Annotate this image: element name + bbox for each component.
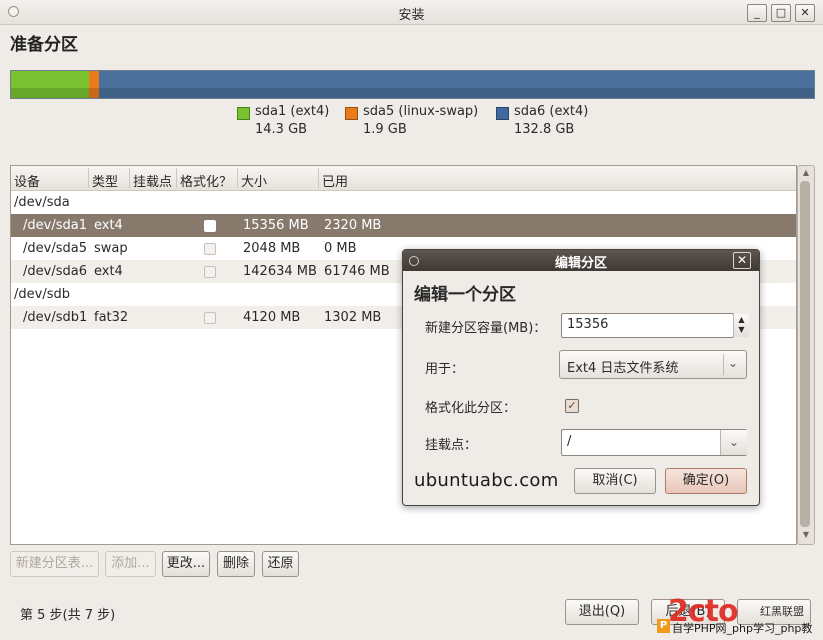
mount-point-combo[interactable]: / ⌄	[561, 429, 747, 456]
cell-size: 15356 MB	[243, 218, 309, 233]
format-checkbox[interactable]	[204, 312, 216, 324]
column-header-device[interactable]: 设备	[14, 171, 40, 190]
column-header-format[interactable]: 格式化？	[180, 171, 232, 190]
legend-item-sda1: sda1 (ext4) 14.3 GB	[237, 104, 337, 138]
cell-device: /dev/sda5	[23, 241, 87, 256]
cell-type: fat32	[94, 310, 129, 325]
scroll-down-icon[interactable]: ▼	[798, 530, 814, 539]
window-titlebar[interactable]: 安装 _ □ ✕	[0, 0, 823, 25]
cell-type: ext4	[94, 218, 123, 233]
disk-segment-sda1	[11, 71, 89, 98]
ok-button[interactable]: 确定(O)	[665, 468, 747, 494]
dialog-close-icon[interactable]: ✕	[733, 252, 751, 269]
legend-item-sda5: sda5 (linux-swap) 1.9 GB	[345, 104, 485, 138]
chevron-down-icon[interactable]: ⌄	[729, 435, 739, 449]
dialog-titlebar[interactable]: 编辑分区 ✕	[403, 250, 759, 271]
cell-device: /dev/sda6	[23, 264, 87, 279]
cell-device: /dev/sdb	[14, 287, 70, 302]
scroll-up-icon[interactable]: ▲	[798, 168, 814, 177]
column-divider[interactable]	[129, 168, 130, 188]
edit-partition-dialog[interactable]: 编辑分区 ✕ 编辑一个分区 新建分区容量(MB)： 15356 ▲ ▼ 用于： …	[402, 249, 760, 506]
column-divider[interactable]	[88, 168, 89, 188]
cell-size: 142634 MB	[243, 264, 317, 279]
column-header-type[interactable]: 类型	[92, 171, 118, 190]
format-checkbox[interactable]	[204, 243, 216, 255]
filesystem-value: Ext4 日志文件系统	[567, 361, 679, 376]
table-row-sda1[interactable]: /dev/sda1 ext4 15356 MB 2320 MB	[11, 214, 796, 237]
minimize-button[interactable]: _	[747, 4, 767, 22]
format-label: 格式化此分区：	[425, 401, 517, 416]
legend-label: sda5 (linux-swap)	[363, 104, 479, 119]
spin-down-icon[interactable]: ▼	[734, 325, 749, 334]
quit-button[interactable]: 退出(Q)	[565, 599, 639, 625]
format-partition-checkbox[interactable]: ✓	[565, 399, 579, 413]
legend-label: sda1 (ext4)	[255, 104, 330, 119]
legend-size: 14.3 GB	[255, 122, 308, 137]
cell-used: 2320 MB	[324, 218, 382, 233]
legend-item-sda6: sda6 (ext4) 132.8 GB	[496, 104, 596, 138]
maximize-button[interactable]: □	[771, 4, 791, 22]
cell-device: /dev/sda	[14, 195, 70, 210]
column-header-size[interactable]: 大小	[241, 171, 267, 190]
column-divider[interactable]	[318, 168, 319, 188]
legend-swatch	[496, 107, 509, 120]
dialog-title: 编辑分区	[554, 256, 607, 271]
cancel-button[interactable]: 取消(C)	[574, 468, 656, 494]
watermark-text: 自学PHP网_php学习_php教	[672, 622, 813, 635]
partition-size-spinbox[interactable]: 15356 ▲ ▼	[561, 313, 749, 338]
window-title: 安装	[398, 8, 425, 23]
table-row-disk-sda[interactable]: /dev/sda	[11, 191, 796, 214]
cell-size: 4120 MB	[243, 310, 301, 325]
page-title: 准备分区	[10, 35, 78, 55]
cell-size: 2048 MB	[243, 241, 301, 256]
table-scrollbar[interactable]: ▲ ▼	[797, 165, 815, 545]
spin-up-icon[interactable]: ▲	[734, 315, 749, 324]
mount-point-dropdown-button[interactable]: ⌄	[720, 430, 747, 455]
column-divider[interactable]	[237, 168, 238, 188]
use-as-label: 用于：	[425, 362, 465, 377]
website-text: ubuntuabc.com	[414, 470, 559, 491]
legend-size: 132.8 GB	[514, 122, 575, 137]
legend-swatch	[345, 107, 358, 120]
disk-usage-bar	[10, 70, 815, 99]
add-partition-button[interactable]: 添加...	[105, 551, 156, 577]
step-indicator: 第 5 步(共 7 步)	[20, 608, 116, 623]
cell-used: 61746 MB	[324, 264, 390, 279]
partition-size-value: 15356	[567, 317, 609, 332]
cell-device: /dev/sda1	[23, 218, 87, 233]
legend-label: sda6 (ext4)	[514, 104, 589, 119]
watermark-tag: 红黑联盟	[760, 605, 804, 618]
revert-button[interactable]: 还原	[262, 551, 299, 577]
format-checkbox[interactable]	[204, 266, 216, 278]
filesystem-combobox[interactable]: Ext4 日志文件系统 ⌄	[559, 350, 747, 379]
dialog-heading: 编辑一个分区	[414, 285, 516, 305]
cell-used: 1302 MB	[324, 310, 382, 325]
disk-segment-sda5	[89, 71, 99, 98]
new-partition-table-button[interactable]: 新建分区表...	[10, 551, 99, 577]
legend-swatch	[237, 107, 250, 120]
legend-size: 1.9 GB	[363, 122, 407, 137]
column-divider[interactable]	[176, 168, 177, 188]
cell-type: swap	[94, 241, 128, 256]
cell-device: /dev/sdb1	[23, 310, 88, 325]
cell-type: ext4	[94, 264, 123, 279]
change-partition-button[interactable]: 更改...	[162, 551, 210, 577]
disk-segment-sda6	[99, 71, 814, 98]
scrollbar-thumb[interactable]	[800, 181, 810, 527]
cell-used: 0 MB	[324, 241, 357, 256]
table-header: 设备 类型 挂载点 格式化？ 大小 已用	[11, 166, 796, 191]
chevron-down-icon[interactable]: ⌄	[728, 356, 738, 370]
close-button[interactable]: ✕	[795, 4, 815, 22]
spin-buttons[interactable]: ▲ ▼	[733, 314, 749, 337]
delete-partition-button[interactable]: 删除	[217, 551, 255, 577]
mount-point-label: 挂载点：	[425, 438, 478, 453]
format-checkbox[interactable]	[204, 220, 216, 232]
mount-point-value: /	[567, 434, 572, 449]
watermark-icon: P	[657, 619, 670, 633]
combo-divider	[723, 354, 724, 375]
column-header-used[interactable]: 已用	[322, 171, 348, 190]
column-header-mount[interactable]: 挂载点	[133, 171, 172, 190]
size-label: 新建分区容量(MB)：	[425, 321, 547, 336]
